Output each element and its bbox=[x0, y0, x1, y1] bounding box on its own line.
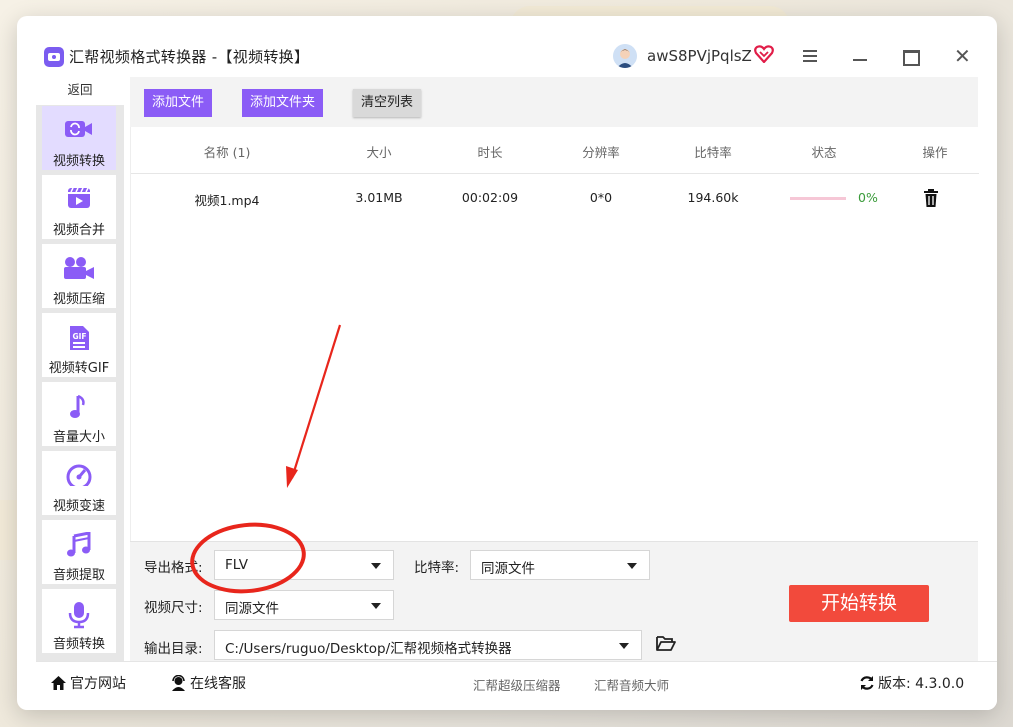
close-icon[interactable]: ✕ bbox=[954, 45, 971, 67]
bitrate-select[interactable]: 同源文件 bbox=[470, 550, 650, 580]
progress-bar bbox=[790, 197, 846, 200]
sidebar-item-label: 音量大小 bbox=[52, 430, 105, 445]
size-label: 视频尺寸: bbox=[144, 600, 203, 616]
sidebar-item-video-compress[interactable]: 视频压缩 bbox=[42, 244, 116, 308]
sidebar-item-audio-convert[interactable]: 音频转换 bbox=[42, 589, 116, 653]
window-title: 汇帮视频格式转换器 -【视频转换】 bbox=[69, 48, 310, 66]
output-path-value: C:/Users/ruguo/Desktop/汇帮视频格式转换器 bbox=[225, 641, 512, 657]
folder-open-icon[interactable] bbox=[656, 635, 676, 655]
minimize-icon[interactable] bbox=[853, 59, 867, 61]
music-note-icon bbox=[42, 394, 116, 418]
table-row[interactable]: 视频1.mp4 3.01MB 00:02:09 0*0 194.60k 0% bbox=[131, 173, 979, 223]
file-resolution: 0*0 bbox=[589, 190, 613, 205]
column-action: 操作 bbox=[922, 145, 948, 160]
sidebar-item-video-convert[interactable]: 视频转换 bbox=[42, 106, 116, 170]
sidebar-item-label: 视频转换 bbox=[52, 154, 105, 169]
online-support-link[interactable]: 在线客服 bbox=[170, 673, 246, 695]
compressor-link[interactable]: 汇帮超级压缩器 bbox=[473, 675, 561, 694]
sidebar-item-video-to-gif[interactable]: GIF 视频转GIF bbox=[42, 313, 116, 377]
column-status[interactable]: 状态 bbox=[811, 142, 836, 161]
output-label: 输出目录: bbox=[144, 641, 203, 657]
output-path-select[interactable]: C:/Users/ruguo/Desktop/汇帮视频格式转换器 bbox=[214, 630, 642, 660]
sidebar: 视频转换 视频合并 视频压缩 GIF 视频转GIF 音量大小 视频变速 音频提取… bbox=[36, 105, 124, 661]
video-convert-icon bbox=[42, 118, 116, 142]
table-header: 名称 (1) 大小 时长 分辨率 比特率 状态 操作 bbox=[131, 127, 979, 174]
bitrate-value: 同源文件 bbox=[481, 561, 535, 577]
sidebar-item-label: 视频压缩 bbox=[52, 292, 105, 307]
chevron-down-icon bbox=[619, 643, 629, 649]
version-info[interactable]: 版本: 4.3.0.0 bbox=[859, 673, 964, 695]
sidebar-item-audio-extract[interactable]: 音频提取 bbox=[42, 520, 116, 584]
size-value: 同源文件 bbox=[225, 601, 279, 617]
home-icon bbox=[50, 675, 67, 695]
sidebar-item-video-merge[interactable]: 视频合并 bbox=[42, 175, 116, 239]
chevron-down-icon bbox=[371, 563, 381, 569]
file-duration: 00:02:09 bbox=[461, 190, 519, 205]
support-label: 在线客服 bbox=[190, 676, 246, 692]
app-window: 汇帮视频格式转换器 -【视频转换】 awS8PVjPqlsZ ✕ 返回 视频转换 bbox=[17, 16, 997, 710]
file-name: 视频1.mp4 bbox=[194, 193, 260, 208]
trash-icon[interactable] bbox=[923, 189, 939, 211]
column-bitrate[interactable]: 比特率 bbox=[694, 142, 732, 161]
back-button[interactable]: 返回 bbox=[36, 78, 124, 102]
progress-percent: 0% bbox=[858, 190, 878, 205]
official-website-link[interactable]: 官方网站 bbox=[50, 673, 126, 695]
column-size[interactable]: 大小 bbox=[366, 142, 391, 161]
username[interactable]: awS8PVjPqlsZ bbox=[647, 47, 752, 65]
microphone-icon bbox=[42, 601, 116, 629]
chevron-down-icon bbox=[627, 563, 637, 569]
support-agent-icon bbox=[170, 674, 187, 695]
chevron-down-icon bbox=[371, 603, 381, 609]
speedometer-icon bbox=[42, 463, 116, 490]
sidebar-item-label: 视频转GIF bbox=[48, 361, 110, 376]
menu-icon[interactable] bbox=[803, 50, 817, 65]
user-avatar-icon[interactable] bbox=[613, 44, 637, 68]
file-bitrate: 194.60k bbox=[687, 190, 739, 205]
start-convert-button[interactable]: 开始转换 bbox=[789, 585, 929, 622]
sidebar-item-label: 视频合并 bbox=[52, 223, 105, 238]
size-select[interactable]: 同源文件 bbox=[214, 590, 394, 620]
vip-heart-icon[interactable] bbox=[754, 45, 774, 67]
app-logo-icon bbox=[44, 47, 64, 67]
video-compress-icon bbox=[42, 256, 116, 280]
footer: 官方网站 在线客服 汇帮超级压缩器 汇帮音频大师 版本: 4.3.0.0 bbox=[36, 661, 997, 710]
clear-list-button[interactable]: 清空列表 bbox=[353, 89, 422, 117]
title-bar: 汇帮视频格式转换器 -【视频转换】 awS8PVjPqlsZ ✕ bbox=[17, 16, 997, 76]
bitrate-label: 比特率: bbox=[414, 560, 460, 576]
version-label: 版本: 4.3.0.0 bbox=[878, 676, 965, 692]
sidebar-item-volume[interactable]: 音量大小 bbox=[42, 382, 116, 446]
svg-text:GIF: GIF bbox=[72, 332, 86, 341]
music-extract-icon bbox=[42, 531, 116, 557]
file-size: 3.01MB bbox=[355, 190, 403, 205]
maximize-icon[interactable] bbox=[903, 50, 920, 66]
gif-icon: GIF bbox=[42, 325, 116, 350]
column-name[interactable]: 名称 (1) bbox=[204, 142, 251, 161]
refresh-icon bbox=[859, 675, 875, 695]
sidebar-item-label: 音频提取 bbox=[52, 568, 105, 583]
column-duration[interactable]: 时长 bbox=[477, 142, 502, 161]
website-label: 官方网站 bbox=[70, 676, 126, 692]
audio-master-link[interactable]: 汇帮音频大师 bbox=[594, 675, 669, 694]
add-folder-button[interactable]: 添加文件夹 bbox=[242, 89, 324, 117]
toolbar: 添加文件 添加文件夹 清空列表 bbox=[130, 77, 978, 127]
column-resolution[interactable]: 分辨率 bbox=[582, 142, 620, 161]
sidebar-item-label: 音频转换 bbox=[52, 637, 105, 652]
sidebar-item-label: 视频变速 bbox=[52, 499, 105, 514]
add-file-button[interactable]: 添加文件 bbox=[144, 89, 213, 117]
file-table: 名称 (1) 大小 时长 分辨率 比特率 状态 操作 视频1.mp4 3.01M… bbox=[130, 127, 979, 541]
video-merge-icon bbox=[42, 187, 116, 211]
sidebar-item-video-speed[interactable]: 视频变速 bbox=[42, 451, 116, 515]
